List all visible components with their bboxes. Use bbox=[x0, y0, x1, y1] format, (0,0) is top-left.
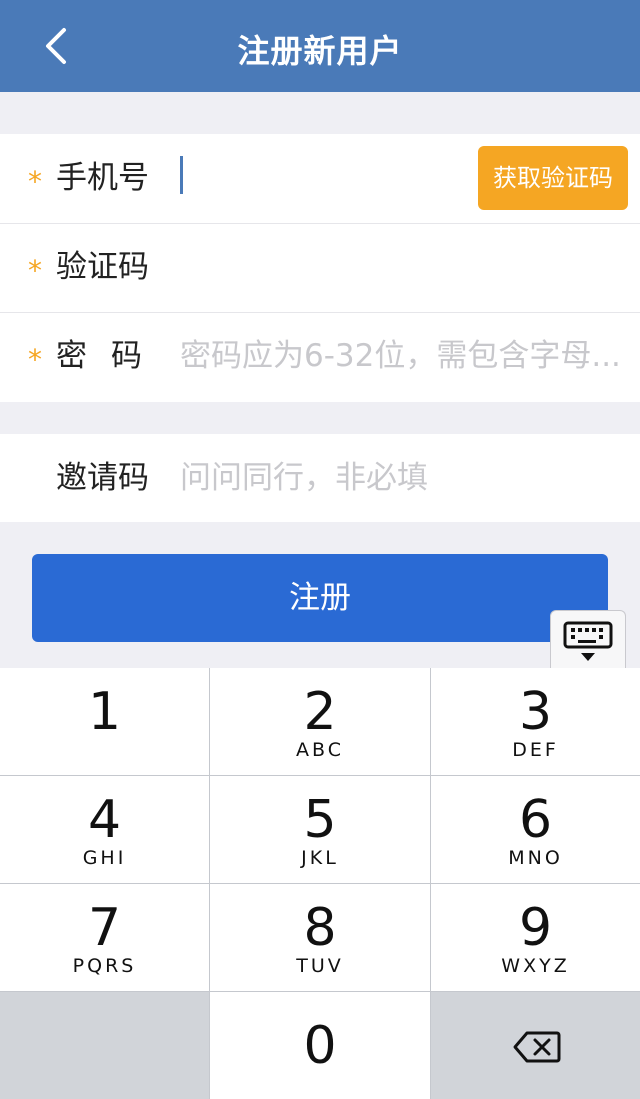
required-mark: * bbox=[28, 165, 42, 198]
key-digit: 3 bbox=[518, 682, 553, 742]
phone-label: 手机号 bbox=[56, 160, 149, 196]
key-digit: 6 bbox=[518, 790, 553, 850]
key-letters: TUV bbox=[296, 955, 344, 977]
invite-row: 邀请码 问问同行，非必填 bbox=[0, 434, 640, 522]
key-1[interactable]: 1 bbox=[0, 668, 209, 775]
key-letters: DEF bbox=[512, 739, 559, 761]
key-digit: 7 bbox=[87, 898, 122, 958]
key-5[interactable]: 5 JKL bbox=[210, 776, 430, 883]
key-4[interactable]: 4 GHI bbox=[0, 776, 209, 883]
key-blank bbox=[0, 992, 209, 1099]
get-code-button[interactable]: 获取验证码 bbox=[478, 146, 628, 210]
key-2[interactable]: 2 ABC bbox=[210, 668, 430, 775]
key-digit: 1 bbox=[87, 682, 122, 742]
delete-key[interactable] bbox=[431, 992, 640, 1099]
key-digit: 9 bbox=[518, 898, 553, 958]
key-7[interactable]: 7 PQRS bbox=[0, 884, 209, 991]
key-digit: 0 bbox=[303, 1016, 337, 1076]
key-letters: WXYZ bbox=[501, 955, 570, 977]
key-3[interactable]: 3 DEF bbox=[431, 668, 640, 775]
code-row: * 验证码 bbox=[0, 223, 640, 312]
key-letters: GHI bbox=[82, 847, 127, 869]
phone-row: * 手机号 获取验证码 bbox=[0, 134, 640, 223]
key-9[interactable]: 9 WXYZ bbox=[431, 884, 640, 991]
code-label: 验证码 bbox=[56, 249, 149, 285]
password-label: 密码 bbox=[56, 338, 166, 374]
phone-input[interactable] bbox=[186, 146, 466, 210]
invite-input[interactable]: 问问同行，非必填 bbox=[180, 458, 624, 498]
key-digit: 4 bbox=[87, 790, 122, 850]
nav-bar: 注册新用户 bbox=[0, 0, 640, 92]
key-letters: ABC bbox=[296, 739, 344, 761]
key-digit: 5 bbox=[303, 790, 337, 850]
keyboard-toggle-button[interactable] bbox=[550, 610, 626, 668]
invite-label: 邀请码 bbox=[56, 460, 149, 496]
key-0[interactable]: 0 bbox=[210, 992, 430, 1099]
key-letters: MNO bbox=[508, 847, 563, 869]
register-button[interactable]: 注册 bbox=[32, 554, 608, 642]
key-digit: 2 bbox=[303, 682, 337, 742]
page-title: 注册新用户 bbox=[237, 32, 403, 70]
required-mark: * bbox=[28, 254, 42, 287]
required-fields-group: * 手机号 获取验证码 * 验证码 * 密码 密码应为6-32位，需包含字母..… bbox=[0, 134, 640, 402]
code-input[interactable] bbox=[180, 247, 624, 287]
password-input[interactable]: 密码应为6-32位，需包含字母... bbox=[180, 336, 624, 376]
text-cursor bbox=[180, 156, 183, 194]
key-6[interactable]: 6 MNO bbox=[431, 776, 640, 883]
password-row: * 密码 密码应为6-32位，需包含字母... bbox=[0, 312, 640, 402]
key-digit: 8 bbox=[303, 898, 337, 958]
backspace-icon bbox=[513, 1031, 561, 1063]
key-letters: JKL bbox=[301, 847, 339, 869]
key-letters: PQRS bbox=[72, 955, 137, 977]
numeric-keypad: 1 2 ABC 3 DEF 4 GHI 5 JKL 6 MNO 7 PQRS 8… bbox=[0, 668, 640, 1099]
required-mark: * bbox=[28, 343, 42, 376]
keyboard-dismiss-icon bbox=[563, 621, 613, 661]
key-8[interactable]: 8 TUV bbox=[210, 884, 430, 991]
